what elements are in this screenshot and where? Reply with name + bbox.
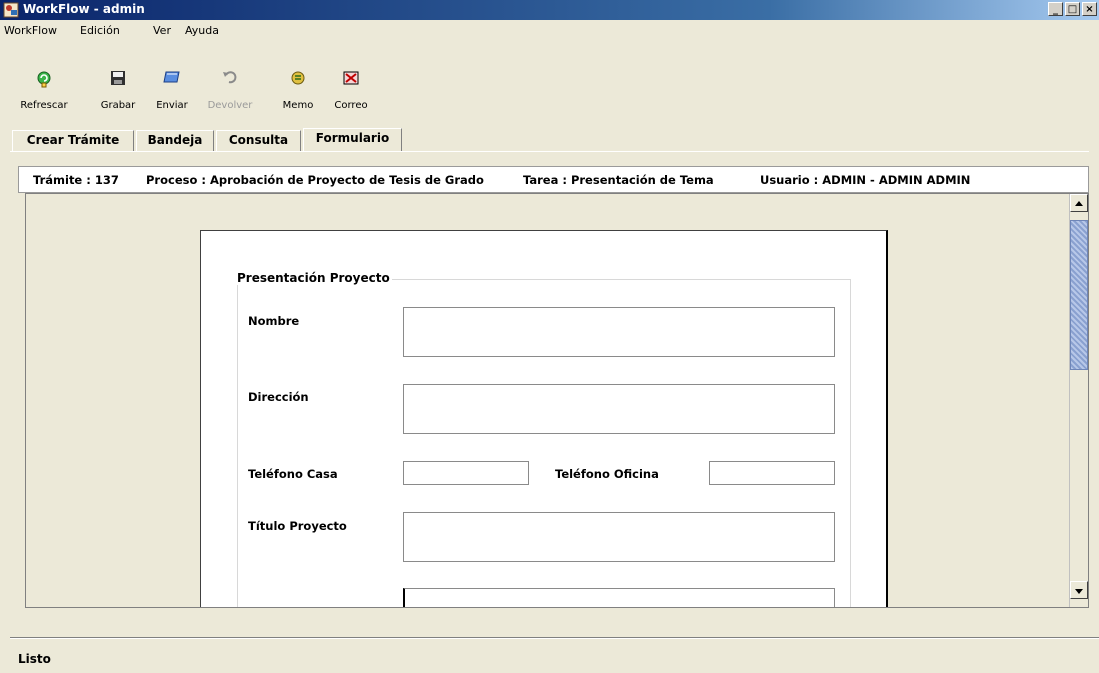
memo-button[interactable]: Memo bbox=[270, 71, 326, 111]
tab-divider bbox=[10, 151, 1089, 152]
refrescar-button[interactable]: Refrescar bbox=[16, 71, 72, 111]
usuario-info: Usuario : ADMIN - ADMIN ADMIN bbox=[760, 173, 971, 187]
save-icon bbox=[111, 71, 125, 85]
window-title: WorkFlow - admin bbox=[23, 2, 145, 16]
direccion-label: Dirección bbox=[248, 390, 309, 404]
menu-workflow[interactable]: WorkFlow bbox=[4, 24, 57, 37]
form-scroll-panel: Presentación Proyecto Nombre Dirección T… bbox=[25, 193, 1089, 608]
process-info-bar: Trámite : 137 Proceso : Aprobación de Pr… bbox=[18, 166, 1089, 193]
telefono-casa-label: Teléfono Casa bbox=[248, 467, 338, 481]
devolver-button[interactable]: Devolver bbox=[202, 71, 258, 111]
titulo-proyecto-label: Título Proyecto bbox=[248, 519, 347, 533]
menu-edicion[interactable]: Edición bbox=[80, 24, 120, 37]
memo-icon bbox=[291, 71, 305, 85]
arrow-down-icon bbox=[1075, 589, 1083, 594]
status-text: Listo bbox=[18, 652, 51, 666]
scroll-down-button[interactable] bbox=[1070, 581, 1088, 599]
close-button[interactable]: × bbox=[1082, 2, 1097, 16]
tab-consulta[interactable]: Consulta bbox=[216, 130, 301, 151]
app-icon bbox=[3, 2, 19, 18]
scroll-up-button[interactable] bbox=[1070, 194, 1088, 212]
presentacion-proyecto-group: Presentación Proyecto Nombre Dirección T… bbox=[235, 271, 851, 607]
enviar-label: Enviar bbox=[156, 100, 188, 111]
tarea-info: Tarea : Presentación de Tema bbox=[523, 173, 714, 187]
titulo-proyecto-field[interactable] bbox=[403, 512, 835, 562]
menu-ayuda[interactable]: Ayuda bbox=[185, 24, 219, 37]
correo-button[interactable]: Correo bbox=[323, 71, 379, 111]
enviar-button[interactable]: Enviar bbox=[144, 71, 200, 111]
correo-label: Correo bbox=[334, 100, 368, 111]
undo-icon bbox=[223, 71, 237, 84]
tab-crear-tramite[interactable]: Crear Trámite bbox=[12, 130, 134, 151]
tab-bandeja[interactable]: Bandeja bbox=[136, 130, 214, 151]
refrescar-label: Refrescar bbox=[20, 100, 68, 111]
direccion-field[interactable] bbox=[403, 384, 835, 434]
grabar-label: Grabar bbox=[100, 100, 136, 111]
minimize-button[interactable]: _ bbox=[1048, 2, 1063, 16]
status-separator bbox=[10, 637, 1099, 639]
menu-bar: WorkFlow Edición Ver Ayuda bbox=[0, 20, 1099, 40]
vertical-scrollbar[interactable] bbox=[1069, 194, 1088, 607]
next-text-field[interactable] bbox=[403, 588, 835, 607]
telefono-oficina-field[interactable] bbox=[709, 461, 835, 485]
mail-icon bbox=[343, 71, 359, 85]
memo-label: Memo bbox=[282, 100, 314, 111]
maximize-button[interactable]: □ bbox=[1065, 2, 1080, 16]
arrow-up-icon bbox=[1075, 201, 1083, 206]
title-bar: WorkFlow - admin _ □ × bbox=[0, 0, 1099, 20]
tramite-info: Trámite : 137 bbox=[33, 173, 119, 187]
group-title: Presentación Proyecto bbox=[235, 271, 392, 285]
menu-ver[interactable]: Ver bbox=[153, 24, 171, 37]
devolver-label: Devolver bbox=[207, 100, 253, 111]
nombre-label: Nombre bbox=[248, 314, 300, 328]
grabar-button[interactable]: Grabar bbox=[90, 71, 146, 111]
send-icon bbox=[163, 71, 180, 83]
telefono-casa-field[interactable] bbox=[403, 461, 529, 485]
telefono-oficina-label: Teléfono Oficina bbox=[555, 467, 659, 481]
proceso-info: Proceso : Aprobación de Proyecto de Tesi… bbox=[146, 173, 484, 187]
tab-formulario[interactable]: Formulario bbox=[303, 128, 402, 152]
nombre-field[interactable] bbox=[403, 307, 835, 357]
scroll-thumb[interactable] bbox=[1070, 220, 1088, 370]
refresh-icon bbox=[37, 71, 51, 88]
form-page: Presentación Proyecto Nombre Dirección T… bbox=[200, 230, 888, 607]
